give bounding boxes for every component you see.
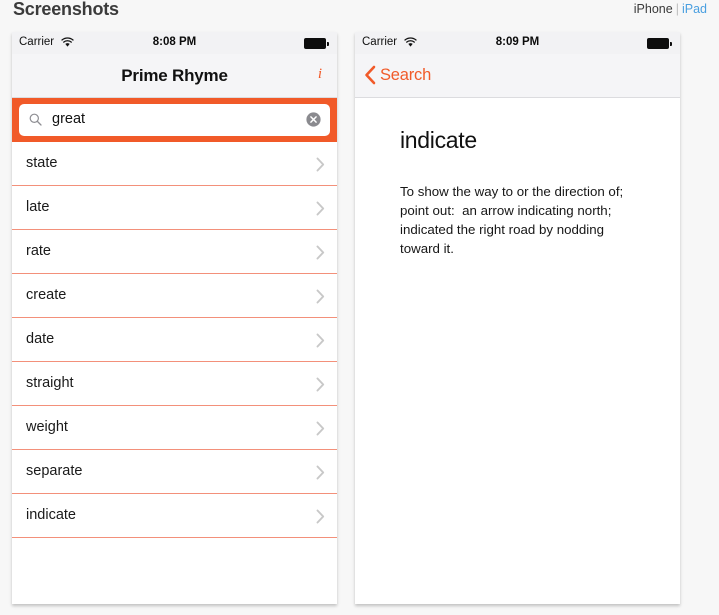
definition-text: To show the way to or the direction of; … [400,184,627,256]
nav-bar-right: Search [355,54,680,98]
list-item-label: separate [26,463,83,479]
list-item-label: create [26,287,67,303]
chevron-right-icon [316,333,325,348]
app-title: Prime Rhyme [121,66,228,85]
device-toggle: iPhone | iPad [634,2,707,16]
list-item-label: state [26,155,58,171]
definition-pane: indicate To show the way to or the direc… [355,98,680,604]
device-tab-iphone[interactable]: iPhone [634,2,673,16]
search-input-value: great [52,111,86,127]
chevron-right-icon [316,465,325,480]
battery-icon [304,38,329,49]
nav-bar-left: Prime Rhyme i [12,54,337,98]
status-bar-right: Carrier 8:09 PM [355,32,680,54]
search-icon [29,113,42,126]
list-item-label: rate [26,243,51,259]
list-item[interactable]: state [12,142,337,186]
list-item-label: weight [26,419,68,435]
page-title: Screenshots [13,0,119,19]
info-button[interactable]: i [318,66,322,83]
status-time: 8:09 PM [495,36,540,48]
list-item[interactable]: late [12,186,337,230]
list-item-label: date [26,331,55,347]
chevron-right-icon [316,245,325,260]
search-bar-container: great [12,98,337,142]
phone-screenshot-left: Carrier 8:08 PM Prime Rhyme i great stat… [12,32,337,604]
list-item-label: late [26,199,50,215]
device-tab-ipad[interactable]: iPad [682,2,707,16]
list-item[interactable]: weight [12,406,337,450]
status-time: 8:08 PM [152,36,197,48]
list-item[interactable]: rate [12,230,337,274]
back-button[interactable]: Search [364,64,431,86]
clear-icon[interactable] [306,112,321,127]
battery-icon [647,38,672,49]
list-item[interactable]: create [12,274,337,318]
list-item[interactable]: separate [12,450,337,494]
list-item[interactable]: straight [12,362,337,406]
search-input[interactable]: great [19,104,330,136]
chevron-right-icon [316,157,325,172]
device-separator: | [675,2,679,16]
chevron-left-icon [364,64,377,86]
list-item[interactable]: date [12,318,337,362]
back-button-label: Search [380,65,432,84]
chevron-right-icon [316,377,325,392]
rhyme-results-list: state late rate create date straight weight sep… [12,142,337,538]
list-item-label: indicate [26,507,76,523]
page-header: Screenshots iPhone | iPad [0,0,719,26]
definition-word: indicate [400,127,477,153]
status-bar-left: Carrier 8:08 PM [12,32,337,54]
chevron-right-icon [316,201,325,216]
list-item[interactable]: indicate [12,494,337,538]
phone-screenshot-right: Carrier 8:09 PM Search indicate To show … [355,32,680,604]
chevron-right-icon [316,421,325,436]
chevron-right-icon [316,509,325,524]
chevron-right-icon [316,289,325,304]
list-item-label: straight [26,375,74,391]
